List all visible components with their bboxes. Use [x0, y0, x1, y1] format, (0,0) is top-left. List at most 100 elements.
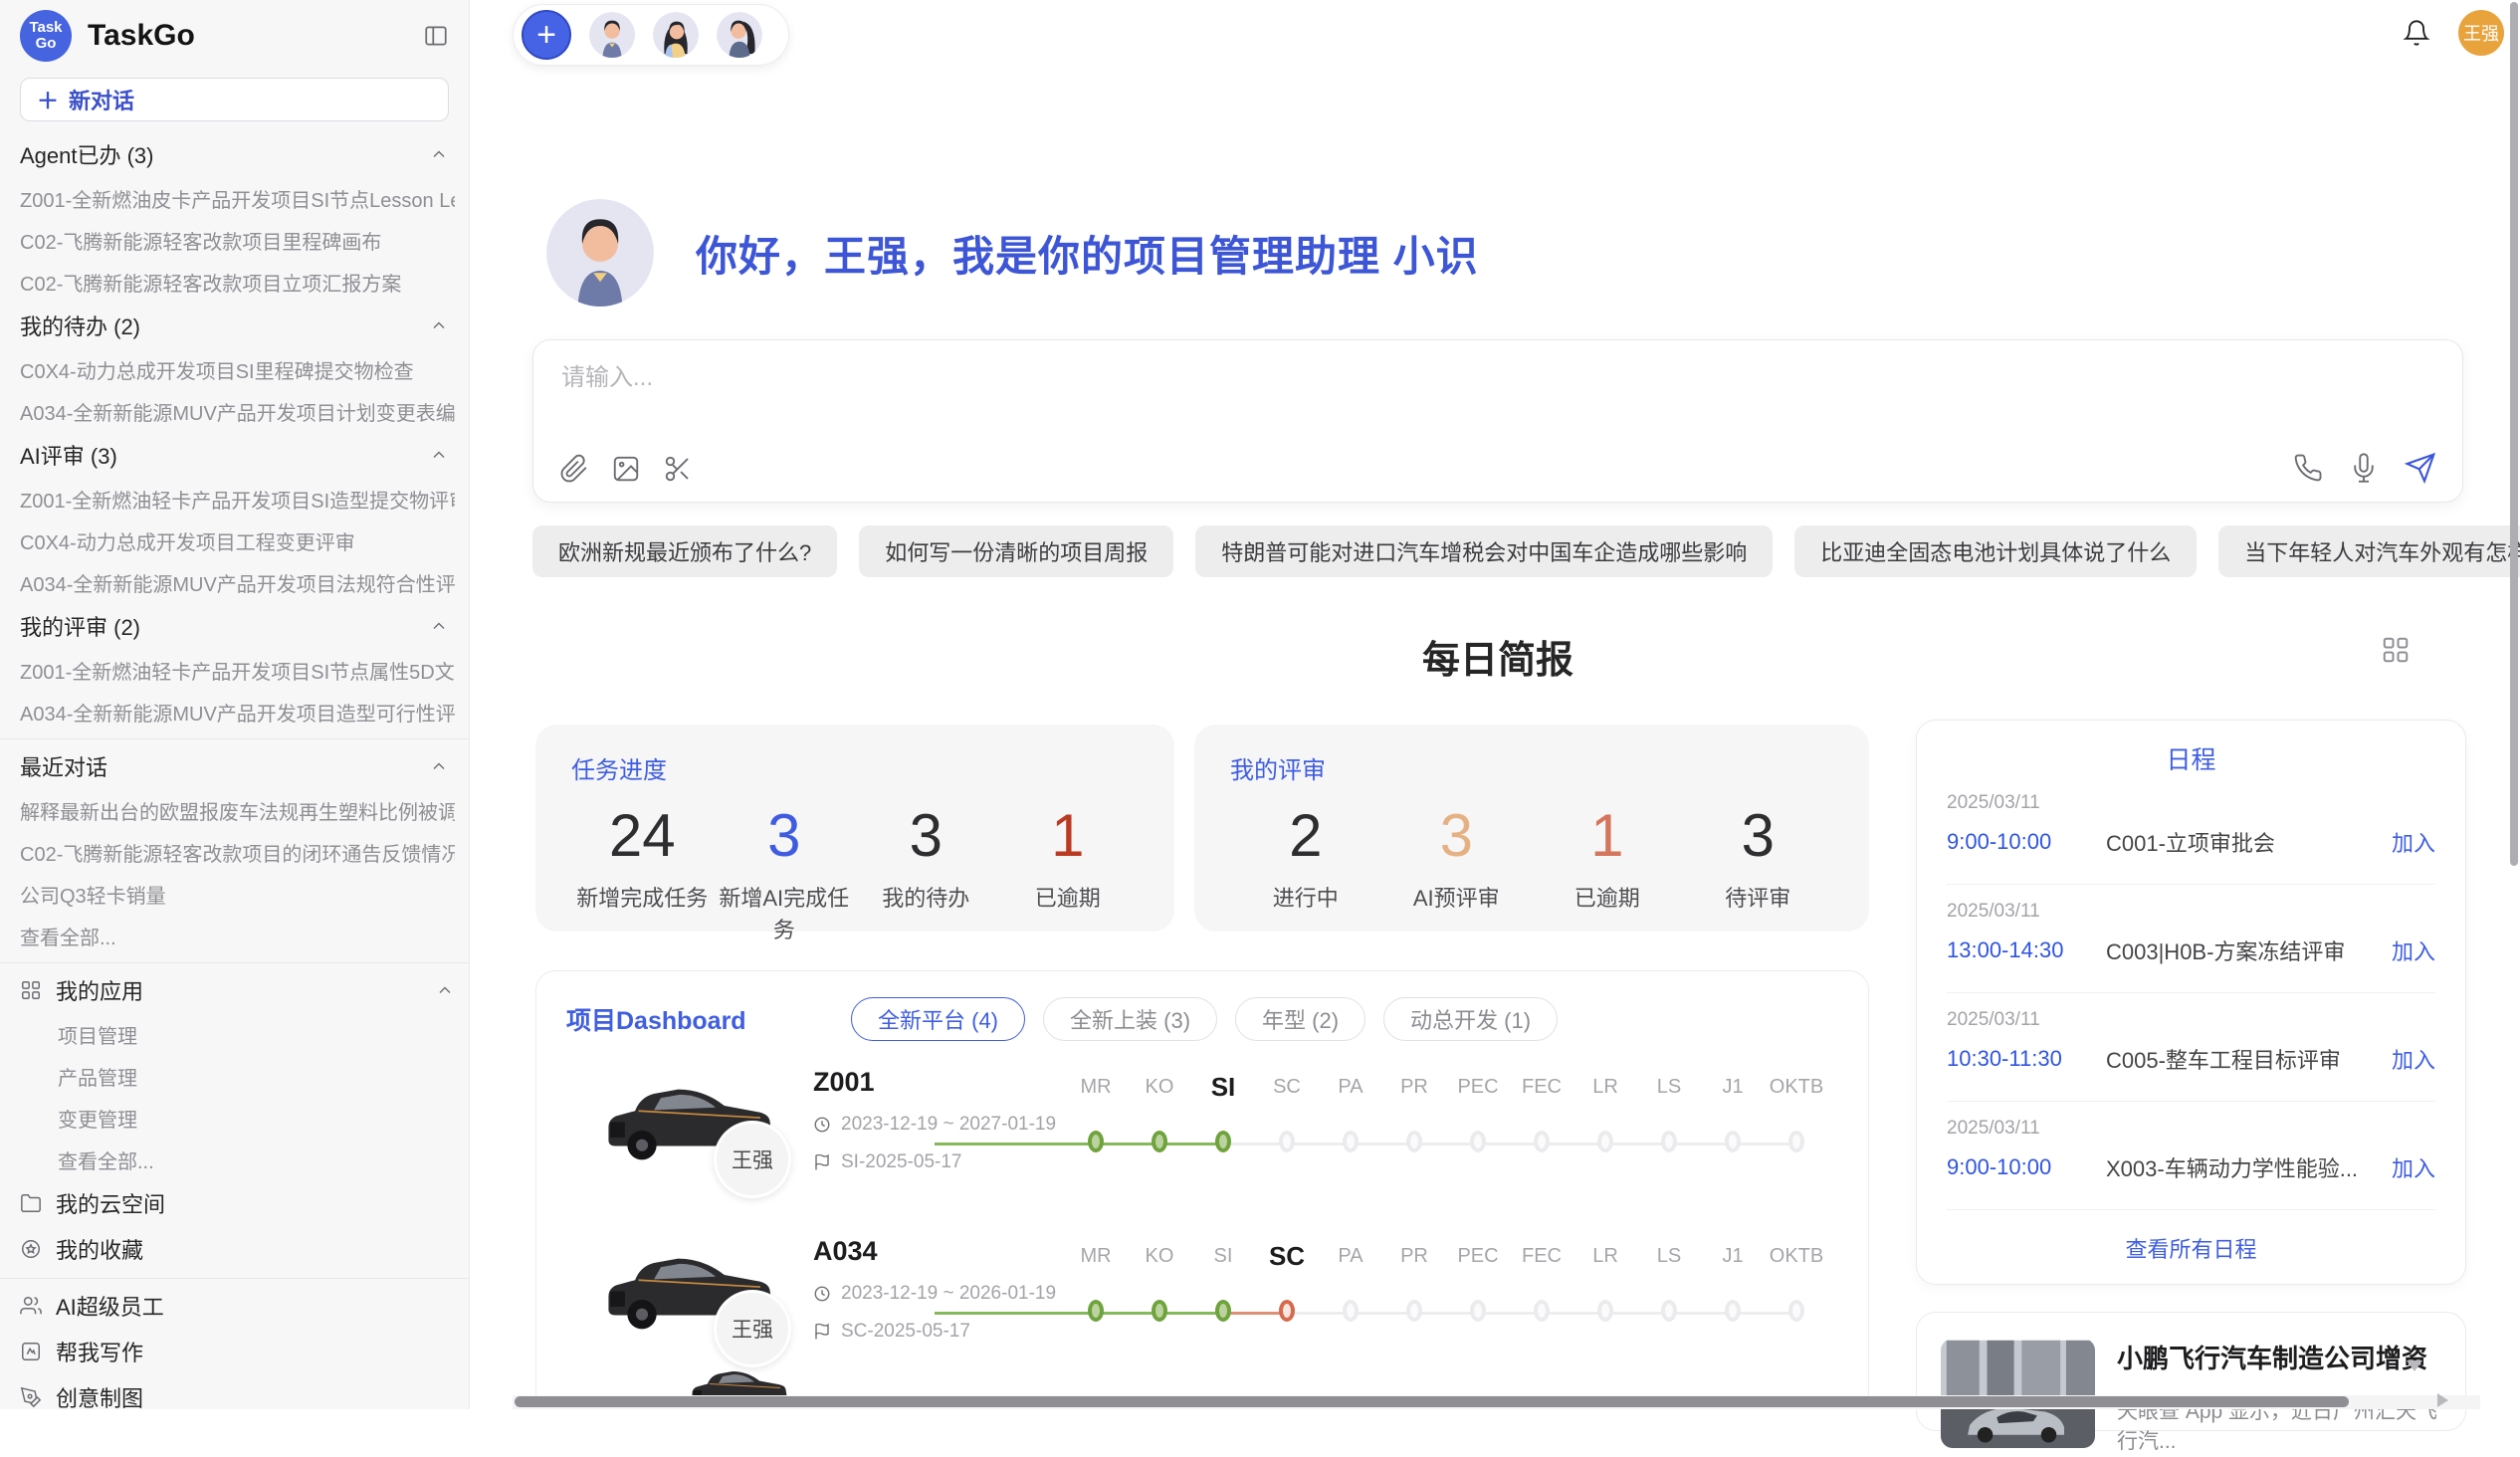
group-title-my-todo[interactable]: 我的待办 (2) [20, 303, 455, 348]
milestone-node: MR [1064, 1238, 1128, 1274]
voice-call-icon[interactable] [2293, 453, 2323, 483]
conversation-item[interactable]: C0X4-动力总成开发项目SI里程碑提交物检查 [20, 348, 455, 390]
project-row-a034[interactable]: 王强 A034 2023-12-19 ~ 2026-01-19 SC-2025-… [566, 1222, 1838, 1379]
horizontal-scrollbar-thumb[interactable] [515, 1396, 2349, 1407]
attachment-icon[interactable] [559, 454, 589, 484]
project-row-z001[interactable]: 王强 Z001 2023-12-19 ~ 2027-01-19 SI-2025-… [566, 1053, 1838, 1210]
stat-label: AI预评审 [1381, 881, 1533, 913]
chat-input[interactable] [561, 364, 2434, 392]
scissors-icon[interactable] [663, 454, 693, 484]
conversation-item[interactable]: 公司Q3轻卡销量 [20, 873, 455, 915]
sidebar-item-cloud-space[interactable]: 我的云空间 [20, 1180, 455, 1226]
join-link[interactable]: 加入 [2392, 1043, 2435, 1075]
conversation-item[interactable]: C02-飞腾新能源轻客改款项目的闭环通告反馈情况 [20, 831, 455, 873]
milestone-node: SC [1255, 1238, 1319, 1274]
card-title: 任务进度 [571, 750, 1139, 785]
suggestion-chip[interactable]: 如何写一份清晰的项目周报 [859, 525, 1173, 577]
suggestion-chip[interactable]: 特朗普可能对进口汽车增税会对中国车企造成哪些影响 [1195, 525, 1773, 577]
view-all-schedule-link[interactable]: 查看所有日程 [1947, 1210, 2435, 1268]
chevron-up-icon[interactable] [429, 616, 449, 636]
dashboard-filter-chip[interactable]: 动总开发 (1) [1383, 997, 1558, 1041]
app-item[interactable]: 变更管理 [20, 1097, 455, 1139]
suggestion-chip[interactable]: 欧洲新规最近颁布了什么? [532, 525, 837, 577]
news-card[interactable]: 小鹏飞行汽车制造公司增资 天眼查 App 显示，近日广州汇天飞行汽... [1916, 1312, 2466, 1431]
stat-item: 1 已逾期 [1532, 799, 1683, 913]
schedule-event: 2025/03/11 9:00-10:00 X003-车辆动力学性能验... 加… [1947, 1102, 2435, 1210]
stat-item: 3 新增AI完成任务 [714, 799, 856, 944]
group-my-todo-items: C0X4-动力总成开发项目SI里程碑提交物检查A034-全新新能源MUV产品开发… [20, 348, 455, 432]
conversation-item[interactable]: Z001-全新燃油轻卡产品开发项目SI节点属性5D文件评审 [20, 649, 455, 691]
app-item[interactable]: 产品管理 [20, 1055, 455, 1097]
milestone-connector [1478, 1143, 1542, 1145]
agent-avatar-1[interactable] [589, 12, 635, 58]
suggestion-chip[interactable]: 比亚迪全固态电池计划具体说了什么 [1794, 525, 2197, 577]
conversation-item[interactable]: Z001-全新燃油皮卡产品开发项目SI节点Lesson Learn报告 [20, 177, 455, 219]
milestone-label: MR [1080, 1238, 1111, 1274]
layout-grid-icon[interactable] [2381, 635, 2411, 665]
conversation-item[interactable]: 查看全部... [20, 915, 455, 956]
scroll-down-arrow[interactable] [2407, 1360, 2422, 1371]
event-time: 13:00-14:30 [1947, 937, 2106, 963]
milestone-node: FEC [1510, 1069, 1574, 1105]
agent-avatar-3[interactable] [717, 12, 762, 58]
group-title-ai-review[interactable]: AI评审 (3) [20, 432, 455, 478]
microphone-icon[interactable] [2349, 453, 2379, 483]
event-name: X003-车辆动力学性能验... [2106, 1151, 2392, 1183]
app-item[interactable]: 查看全部... [20, 1139, 455, 1180]
image-upload-icon[interactable] [611, 454, 641, 484]
stat-value: 3 [1381, 799, 1533, 873]
dashboard-filter-chip[interactable]: 年型 (2) [1235, 997, 1365, 1041]
agent-avatar-2[interactable] [653, 12, 699, 58]
dashboard-filter-chip[interactable]: 全新上装 (3) [1043, 997, 1217, 1041]
group-title-my-review[interactable]: 我的评审 (2) [20, 603, 455, 649]
notification-bell-icon[interactable] [2403, 19, 2430, 47]
send-icon[interactable] [2405, 452, 2436, 484]
milestone-connector [1542, 1143, 1605, 1145]
conversation-item[interactable]: C02-飞腾新能源轻客改款项目里程碑画布 [20, 219, 455, 261]
join-link[interactable]: 加入 [2392, 826, 2435, 858]
conversation-item[interactable]: Z001-全新燃油轻卡产品开发项目SI造型提交物评审 [20, 478, 455, 520]
group-label: 最近对话 [20, 750, 107, 782]
new-chat-button[interactable]: ＋ 新对话 [20, 78, 449, 121]
sidebar-item-write-helper[interactable]: 帮我写作 [20, 1329, 455, 1374]
milestone-node: PA [1319, 1069, 1382, 1105]
chevron-up-icon[interactable] [429, 144, 449, 164]
new-session-button[interactable]: + [522, 10, 571, 60]
milestone-connector [1096, 1312, 1159, 1315]
milestone-connector [1351, 1312, 1414, 1315]
user-avatar[interactable]: 王强 [2458, 10, 2504, 56]
conversation-item[interactable]: A034-全新新能源MUV产品开发项目造型可行性评审 [20, 691, 455, 732]
milestone-dot [1597, 1131, 1613, 1152]
conversation-item[interactable]: C0X4-动力总成开发项目工程变更评审 [20, 520, 455, 561]
chevron-up-icon[interactable] [429, 315, 449, 335]
milestone-label: PR [1400, 1238, 1428, 1274]
chevron-up-icon[interactable] [435, 980, 455, 1000]
join-link[interactable]: 加入 [2392, 1151, 2435, 1183]
event-date: 2025/03/11 [1947, 901, 2435, 923]
app-item[interactable]: 项目管理 [20, 1013, 455, 1055]
suggestion-chip[interactable]: 当下年轻人对汽车外观有怎样的喜好趋势 [2218, 525, 2520, 577]
conversation-item[interactable]: A034-全新新能源MUV产品开发项目计划变更表编写 [20, 390, 455, 432]
sidebar-item-my-apps[interactable]: 我的应用 [20, 967, 455, 1013]
my-review-card: 我的评审 2 进行中 3 AI预评审 1 已逾期 3 [1194, 725, 1869, 932]
vertical-scrollbar-thumb[interactable] [2510, 2, 2518, 866]
collapse-sidebar-icon[interactable] [423, 23, 449, 49]
dashboard-filter-chip[interactable]: 全新平台 (4) [851, 997, 1025, 1041]
scroll-right-arrow[interactable] [2437, 1393, 2448, 1407]
join-link[interactable]: 加入 [2392, 935, 2435, 966]
group-ai-review-items: Z001-全新燃油轻卡产品开发项目SI造型提交物评审C0X4-动力总成开发项目工… [20, 478, 455, 603]
sidebar-item-creative-draw[interactable]: 创意制图 [20, 1374, 455, 1409]
conversation-item[interactable]: A034-全新新能源MUV产品开发项目法规符合性评审 [20, 561, 455, 603]
stat-label: 待评审 [1683, 881, 1834, 913]
sidebar-item-ai-staff[interactable]: AI超级员工 [20, 1283, 455, 1329]
group-title-agent-done[interactable]: Agent已办 (3) [20, 131, 455, 177]
conversation-item[interactable]: 解释最新出台的欧盟报废车法规再生塑料比例被调至15%... [20, 789, 455, 831]
chevron-up-icon[interactable] [429, 756, 449, 776]
project-dashboard-card: 项目Dashboard 全新平台 (4)全新上装 (3)年型 (2)动总开发 (… [535, 970, 1869, 1409]
group-title-recent[interactable]: 最近对话 [20, 743, 455, 789]
chevron-up-icon[interactable] [429, 445, 449, 465]
milestone-label: LS [1657, 1069, 1681, 1105]
conversation-item[interactable]: C02-飞腾新能源轻客改款项目立项汇报方案 [20, 261, 455, 303]
greeting-block: 你好，王强，我是你的项目管理助理 小识 [546, 199, 1479, 307]
sidebar-item-favorites[interactable]: 我的收藏 [20, 1226, 455, 1272]
